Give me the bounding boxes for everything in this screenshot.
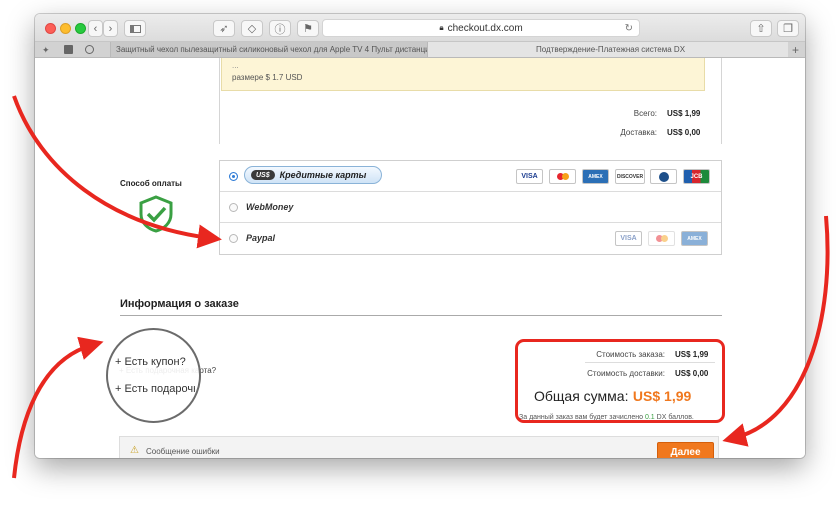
arrow-to-next — [722, 215, 830, 447]
arrow-to-paypal — [12, 95, 222, 249]
arrow-to-coupon — [12, 336, 104, 479]
annotation-arrows — [12, 95, 830, 479]
